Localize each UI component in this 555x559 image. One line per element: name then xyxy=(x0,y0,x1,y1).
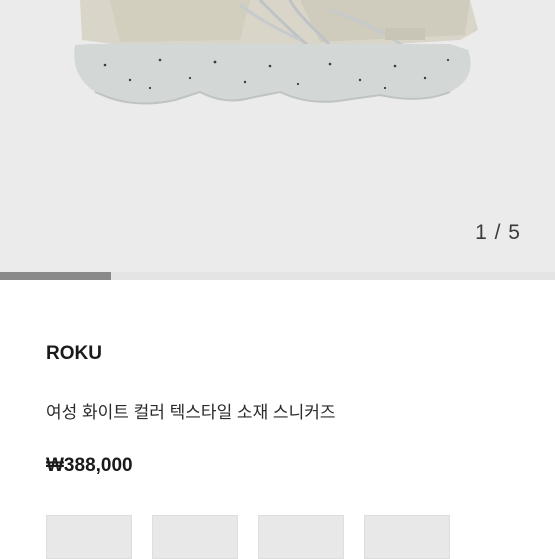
product-name: 여성 화이트 컬러 텍스타일 소재 스니커즈 xyxy=(46,403,336,422)
product-image-gallery[interactable]: 1 / 5 xyxy=(0,0,555,272)
gallery-progress-bar xyxy=(0,272,555,280)
color-option-thumbnail[interactable] xyxy=(152,515,238,559)
image-counter: 1 / 5 xyxy=(475,221,521,244)
gallery-progress-fill xyxy=(0,272,111,280)
color-option-thumbnail[interactable] xyxy=(258,515,344,559)
product-price: ₩388,000 xyxy=(46,455,133,476)
color-option-thumbnail[interactable] xyxy=(46,515,132,559)
sneaker-image xyxy=(74,0,478,105)
color-option-thumbnail[interactable] xyxy=(364,515,450,559)
brand-name[interactable]: ROKU xyxy=(46,343,102,365)
